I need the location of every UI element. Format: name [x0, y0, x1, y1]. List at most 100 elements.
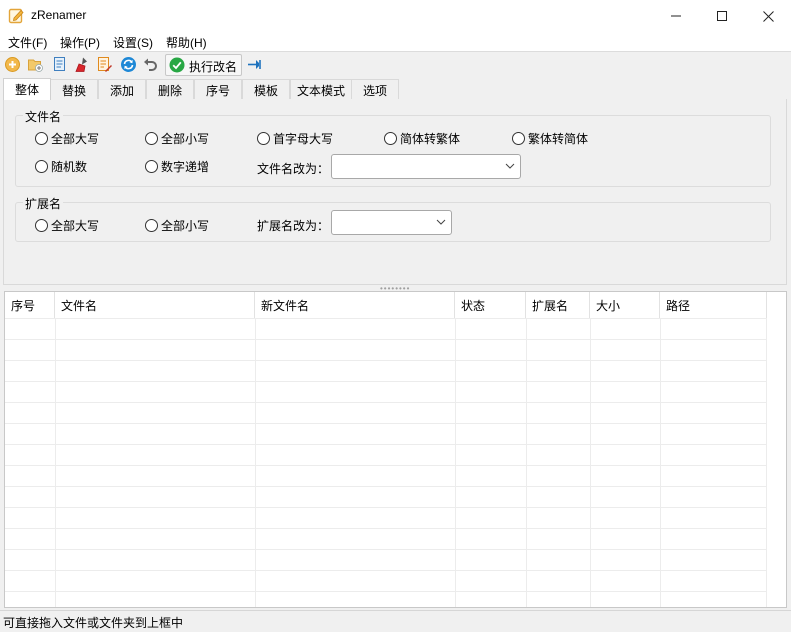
column-header-new-filename[interactable]: 新文件名 — [255, 292, 455, 318]
grid-row-line — [5, 591, 767, 592]
radio-label: 繁体转简体 — [528, 132, 589, 146]
chevron-down-icon — [436, 219, 446, 225]
tab-strip: 整体 替换 添加 删除 序号 模板 文本模式 选项 — [0, 78, 791, 100]
filename-group-title: 文件名 — [23, 108, 64, 125]
grid-row-line — [5, 402, 767, 403]
minimize-icon — [671, 15, 681, 17]
refresh-icon[interactable] — [120, 56, 137, 73]
execute-rename-label: 执行改名 — [189, 60, 238, 74]
column-header-filename[interactable]: 文件名 — [55, 292, 255, 318]
grid-row-line — [5, 444, 767, 445]
grid-row-line — [5, 318, 767, 319]
pin-icon[interactable] — [246, 56, 263, 73]
filename-lowercase-radio[interactable]: 全部小写 — [145, 130, 209, 147]
grid-row-line — [5, 528, 767, 529]
execute-rename-button[interactable]: 执行改名 — [165, 54, 242, 76]
column-header-extension[interactable]: 扩展名 — [526, 292, 590, 318]
grid-row-line — [5, 549, 767, 550]
undo-icon[interactable] — [142, 56, 159, 73]
column-header-index[interactable]: 序号 — [5, 292, 55, 318]
filename-rename-combo[interactable] — [331, 154, 521, 179]
radio-label: 全部大写 — [51, 219, 100, 233]
status-text: 可直接拖入文件或文件夹到上框中 — [3, 616, 184, 630]
edit-list-icon[interactable] — [96, 56, 113, 73]
close-icon — [762, 10, 774, 22]
grid-column-line — [590, 318, 591, 607]
tab-sequence[interactable]: 序号 — [194, 79, 242, 99]
grid-column-line — [660, 318, 661, 607]
grid-row-line — [5, 339, 767, 340]
filename-simplified-to-traditional-radio[interactable]: 简体转繁体 — [384, 130, 460, 147]
tab-replace[interactable]: 替换 — [50, 79, 98, 99]
radio-circle — [35, 219, 48, 232]
menu-operation[interactable]: 操作(P) — [60, 34, 100, 51]
menu-settings[interactable]: 设置(S) — [113, 34, 153, 51]
menu-help[interactable]: 帮助(H) — [166, 34, 207, 51]
menu-file[interactable]: 文件(F) — [8, 34, 47, 51]
extension-group-title: 扩展名 — [23, 195, 64, 212]
radio-label: 随机数 — [51, 160, 88, 174]
grid-column-line — [455, 318, 456, 607]
extension-rename-label: 扩展名改为： — [257, 219, 330, 233]
filename-uppercase-radio[interactable]: 全部大写 — [35, 130, 99, 147]
tab-panel-overall: 文件名 全部大写 全部小写 首字母大写 简体转繁体 繁体转简体 随机数 数字递增… — [3, 99, 787, 285]
grid-row-line — [5, 423, 767, 424]
radio-circle — [257, 132, 270, 145]
grid-column-line — [55, 318, 56, 607]
clear-list-icon[interactable] — [74, 56, 91, 73]
title-bar: zRenamer — [0, 0, 791, 32]
maximize-button[interactable] — [699, 0, 745, 32]
radio-label: 数字递增 — [161, 160, 210, 174]
tab-text-mode[interactable]: 文本模式 — [290, 79, 352, 99]
radio-circle — [145, 132, 158, 145]
add-folder-icon[interactable] — [27, 56, 44, 73]
radio-circle — [35, 160, 48, 173]
copy-list-icon[interactable] — [51, 56, 68, 73]
file-list-grid[interactable]: 序号 文件名 新文件名 状态 扩展名 大小 路径 — [4, 291, 787, 608]
extension-rename-combo[interactable] — [331, 210, 452, 235]
radio-label: 全部大写 — [51, 132, 100, 146]
column-header-status[interactable]: 状态 — [455, 292, 526, 318]
grid-row-line — [5, 570, 767, 571]
filename-random-radio[interactable]: 随机数 — [35, 158, 87, 175]
grid-row-line — [5, 507, 767, 508]
tab-options[interactable]: 选项 — [351, 79, 399, 99]
radio-label: 全部小写 — [161, 219, 210, 233]
chevron-down-icon — [505, 163, 515, 169]
grid-row-line — [5, 486, 767, 487]
grid-row-line — [5, 465, 767, 466]
maximize-icon — [717, 11, 727, 21]
radio-circle — [35, 132, 48, 145]
radio-label: 简体转繁体 — [400, 132, 461, 146]
radio-circle — [145, 160, 158, 173]
toolbar: 执行改名 — [0, 52, 791, 77]
grid-column-line — [526, 318, 527, 607]
add-file-icon[interactable] — [4, 56, 21, 73]
filename-increment-radio[interactable]: 数字递增 — [145, 158, 209, 175]
radio-label: 全部小写 — [161, 132, 210, 146]
minimize-button[interactable] — [653, 0, 699, 32]
column-header-size[interactable]: 大小 — [590, 292, 660, 318]
radio-circle — [145, 219, 158, 232]
grid-row-line — [5, 381, 767, 382]
filename-traditional-to-simplified-radio[interactable]: 繁体转简体 — [512, 130, 588, 147]
filename-rename-label: 文件名改为： — [257, 162, 330, 176]
grid-column-line — [255, 318, 256, 607]
filename-capitalize-radio[interactable]: 首字母大写 — [257, 130, 333, 147]
tab-delete[interactable]: 删除 — [146, 79, 194, 99]
tab-overall[interactable]: 整体 — [3, 78, 51, 100]
radio-circle — [384, 132, 397, 145]
menu-bar: 文件(F) 操作(P) 设置(S) 帮助(H) — [0, 32, 791, 52]
radio-circle — [512, 132, 525, 145]
close-button[interactable] — [745, 0, 791, 32]
status-bar: 可直接拖入文件或文件夹到上框中 — [0, 610, 791, 632]
tab-add[interactable]: 添加 — [98, 79, 146, 99]
pencil-note-icon — [8, 8, 24, 24]
tab-template[interactable]: 模板 — [242, 79, 290, 99]
column-header-path[interactable]: 路径 — [660, 292, 767, 318]
window-title: zRenamer — [31, 8, 87, 22]
extension-uppercase-radio[interactable]: 全部大写 — [35, 217, 99, 234]
extension-lowercase-radio[interactable]: 全部小写 — [145, 217, 209, 234]
radio-label: 首字母大写 — [273, 132, 334, 146]
grid-column-line — [766, 318, 767, 607]
